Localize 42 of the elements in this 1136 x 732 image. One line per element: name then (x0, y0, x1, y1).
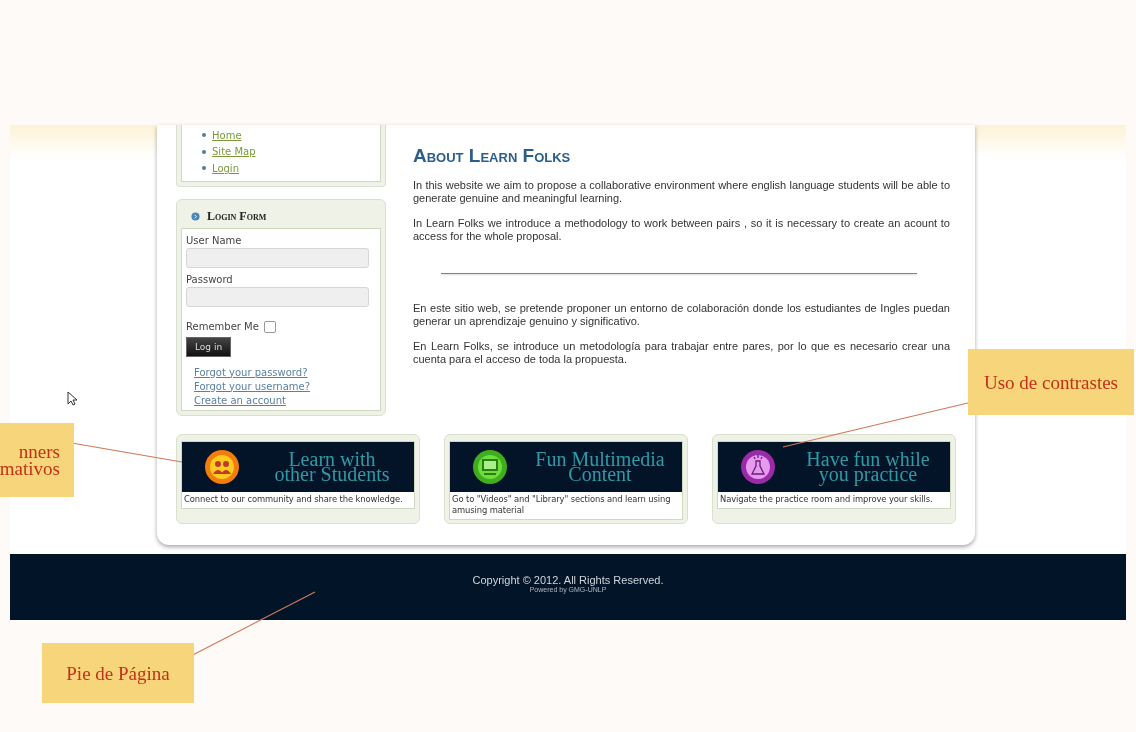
account-link[interactable]: Forgot your username? (194, 380, 380, 392)
menu-link[interactable]: Site Map (212, 146, 256, 158)
callout-note: nners mativos (0, 423, 74, 497)
cursor-icon (67, 391, 78, 406)
bullet-icon (202, 133, 206, 138)
field-label: User Name (186, 234, 243, 246)
menu-link[interactable]: Home (212, 129, 242, 141)
checkbox[interactable] (263, 320, 276, 333)
banner-title: other Students (274, 466, 390, 482)
menu-link[interactable]: Login (212, 162, 239, 174)
article-title: About Learn Folks (413, 145, 572, 167)
chevron-icon (191, 211, 200, 221)
paragraph: In this website we aim to propose a collaborative environment where english language students will be able to generate genuine and meaningful learning. (413, 179, 950, 205)
flask-icon (740, 448, 776, 485)
paragraph: In Learn Folks we introduce a methodology to work between pairs , so it is necessary to create an acount to access for the whole proposal. (413, 217, 950, 243)
login-button[interactable]: Log in (186, 336, 232, 357)
input-field[interactable] (186, 247, 369, 268)
feature-banner[interactable]: Learn with other Students (182, 441, 414, 492)
feature-description: Navigate the practice room and improve your skills. (719, 492, 934, 506)
paragraph: En este sitio web, se pretende proponer un entorno de colaboración donde los estudiantes de Ingles puedan generar un aprendizaje genuino y significativo. (413, 302, 950, 328)
feature-banner[interactable]: Fun Multimedia Content (450, 441, 682, 492)
banner-title: Have fun while (806, 451, 930, 467)
input-field[interactable] (186, 286, 369, 307)
feature-banner[interactable]: Have fun while you practice (718, 441, 950, 492)
copyright-text: Copyright © 2012. All Rights Reserved. (472, 573, 664, 586)
paragraph: En Learn Folks, se introduce un metodología para trabajar entre pares, por lo que es necesario crear una cuenta para el acceso de toda la propuesta. (413, 340, 950, 366)
account-link[interactable]: Create an account (194, 394, 380, 406)
feature-description: Go to "Videos" and "Library" sections and learn using amusing material (451, 492, 672, 517)
people-icon (204, 448, 240, 485)
account-link[interactable]: Forgot your password? (194, 366, 380, 378)
computer-icon (472, 448, 508, 485)
banner-title: Content (568, 466, 632, 482)
box-title: Login Form (207, 208, 267, 224)
field-label: Remember Me (186, 321, 259, 332)
banner-title: Fun Multimedia (535, 451, 665, 467)
banner-title: Learn with (288, 451, 376, 467)
callout-note: Uso de contrastes (968, 349, 1134, 415)
field-label: Password (186, 273, 234, 285)
bullet-icon (202, 149, 206, 154)
callout-note: Pie de Página (42, 643, 194, 703)
feature-description: Connect to our community and share the knowledge. (183, 492, 404, 506)
bullet-icon (202, 166, 206, 171)
